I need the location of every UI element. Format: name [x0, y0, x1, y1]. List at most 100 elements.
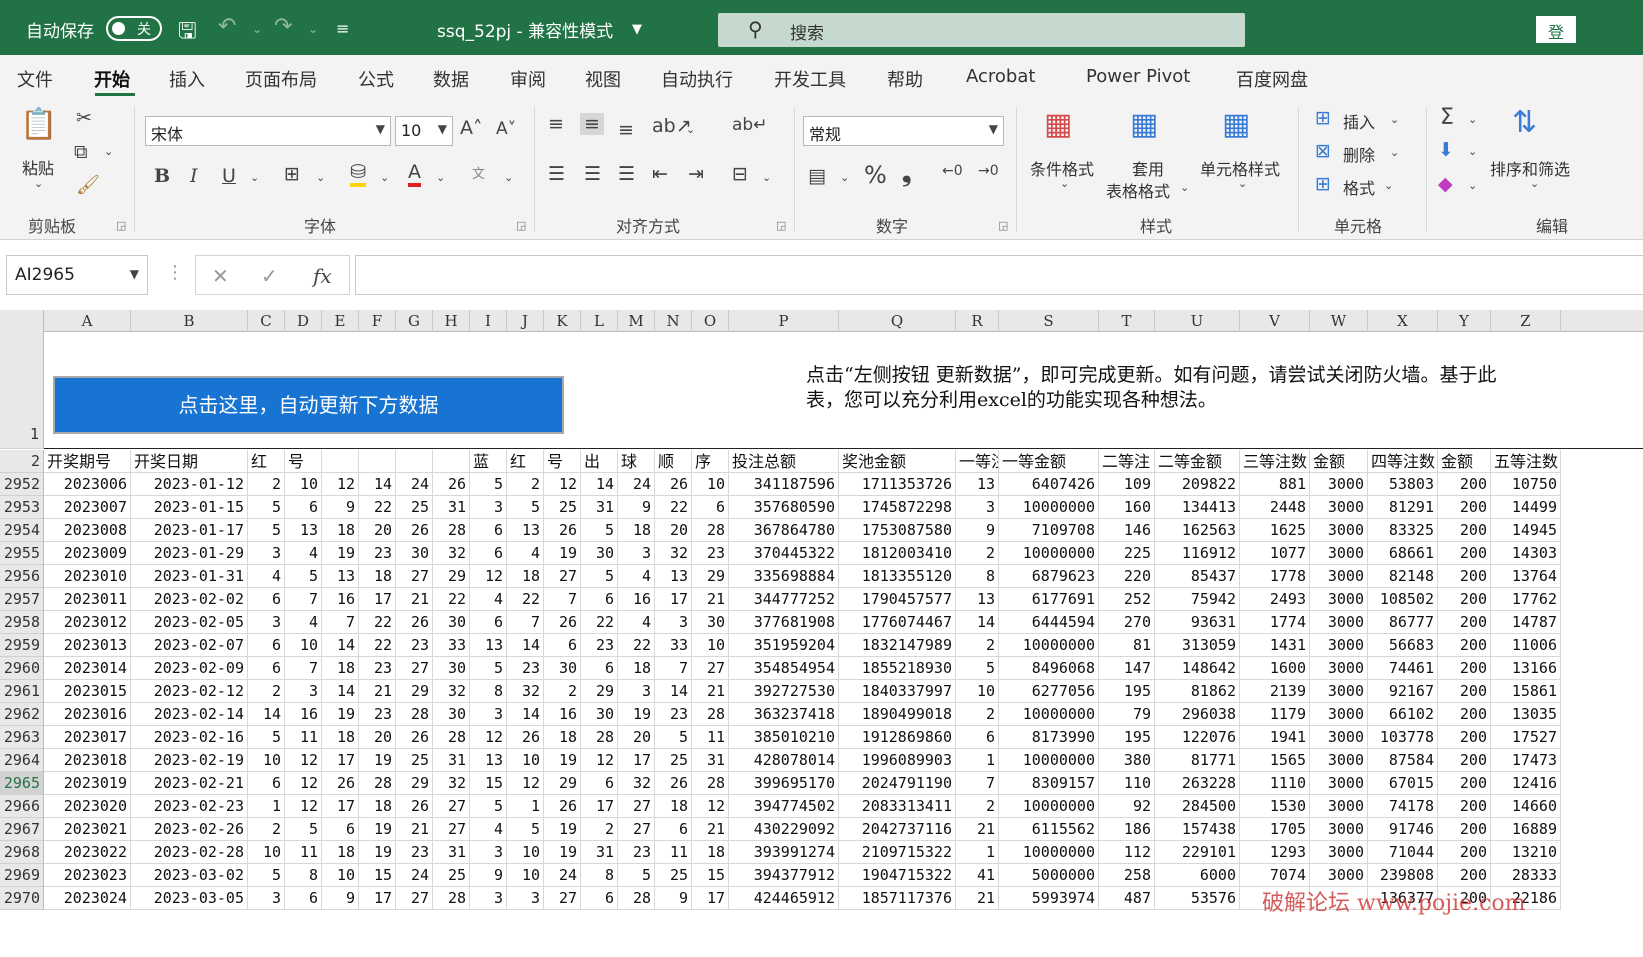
table-cell[interactable]: 92 — [1099, 795, 1155, 818]
table-cell[interactable]: 27 — [692, 657, 729, 680]
customize-qat-icon[interactable]: ≡ — [336, 19, 349, 38]
table-cell[interactable]: 12 — [470, 726, 507, 749]
table-cell[interactable]: 26 — [544, 519, 581, 542]
table-cell[interactable]: 8173990 — [999, 726, 1099, 749]
undo-dropdown-icon[interactable]: ⌄ — [252, 22, 262, 36]
table-cell[interactable]: 27 — [544, 887, 581, 910]
table-cell[interactable]: 5 — [248, 519, 285, 542]
table-cell[interactable]: 29 — [692, 565, 729, 588]
table-cell[interactable]: 8 — [956, 565, 999, 588]
table-cell[interactable]: 263228 — [1155, 772, 1240, 795]
table-cell[interactable]: 225 — [1099, 542, 1155, 565]
table-cell[interactable]: 6 — [248, 772, 285, 795]
header-cell[interactable]: 开奖期号 — [44, 450, 131, 473]
table-cell[interactable]: 2109715322 — [839, 841, 956, 864]
table-cell[interactable]: 200 — [1438, 841, 1491, 864]
table-cell[interactable]: 284500 — [1155, 795, 1240, 818]
increase-decimal-icon[interactable]: ←0 — [942, 163, 963, 179]
undo-icon[interactable]: ↶ — [218, 14, 236, 39]
table-cell[interactable]: 16 — [618, 588, 655, 611]
insert-dropdown-icon[interactable]: ⌄ — [1390, 113, 1399, 126]
table-cell[interactable]: 5 — [956, 657, 999, 680]
table-cell[interactable]: 11 — [692, 726, 729, 749]
table-cell[interactable]: 19 — [359, 818, 396, 841]
table-cell[interactable]: 20 — [655, 519, 692, 542]
table-cell[interactable]: 7 — [322, 611, 359, 634]
table-cell[interactable]: 2 — [248, 473, 285, 496]
table-cell[interactable]: 110 — [1099, 772, 1155, 795]
table-cell[interactable]: 5 — [470, 473, 507, 496]
table-cell[interactable]: 6 — [692, 496, 729, 519]
table-cell[interactable]: 81771 — [1155, 749, 1240, 772]
table-cell[interactable]: 2023024 — [44, 887, 131, 910]
table-cell[interactable]: 18 — [359, 565, 396, 588]
table-cell[interactable]: 186 — [1099, 818, 1155, 841]
table-cell[interactable]: 26 — [655, 473, 692, 496]
table-cell[interactable]: 19 — [544, 542, 581, 565]
table-cell[interactable]: 17473 — [1491, 749, 1561, 772]
table-cell[interactable]: 19 — [544, 841, 581, 864]
fill-dropdown-icon[interactable]: ⌄ — [1468, 145, 1477, 158]
table-cell[interactable]: 1904715322 — [839, 864, 956, 887]
table-cell[interactable]: 296038 — [1155, 703, 1240, 726]
table-cell[interactable]: 17 — [655, 588, 692, 611]
tab-power-pivot[interactable]: Power Pivot — [1086, 66, 1190, 87]
header-cell[interactable]: 号 — [544, 450, 581, 473]
tab-page-layout[interactable]: 页面布局 — [245, 66, 317, 92]
table-cell[interactable]: 27 — [396, 887, 433, 910]
table-cell[interactable]: 5000000 — [999, 864, 1099, 887]
table-cell[interactable]: 162563 — [1155, 519, 1240, 542]
table-cell[interactable]: 7 — [507, 611, 544, 634]
table-cell[interactable]: 4 — [285, 611, 322, 634]
table-cell[interactable]: 81862 — [1155, 680, 1240, 703]
table-cell[interactable]: 4 — [470, 818, 507, 841]
table-cell[interactable]: 5993974 — [999, 887, 1099, 910]
table-cell[interactable]: 13 — [655, 565, 692, 588]
table-cell[interactable]: 195 — [1099, 726, 1155, 749]
row-header[interactable]: 2960 — [0, 657, 44, 680]
document-title[interactable]: ssq_52pj - 兼容性模式 — [437, 17, 613, 42]
table-cell[interactable]: 2023-02-07 — [131, 634, 248, 657]
table-cell[interactable]: 18 — [322, 726, 359, 749]
table-cell[interactable]: 16 — [322, 588, 359, 611]
table-cell[interactable]: 1431 — [1240, 634, 1310, 657]
table-cell[interactable]: 2023-01-29 — [131, 542, 248, 565]
table-cell[interactable]: 25 — [396, 496, 433, 519]
table-cell[interactable]: 82148 — [1368, 565, 1438, 588]
column-header[interactable]: C — [248, 310, 285, 332]
table-cell[interactable]: 14303 — [1491, 542, 1561, 565]
tab-home[interactable]: 开始 — [94, 66, 130, 92]
row-header[interactable]: 2957 — [0, 588, 44, 611]
table-cell[interactable]: 74178 — [1368, 795, 1438, 818]
table-cell[interactable]: 357680590 — [729, 496, 839, 519]
bold-button[interactable]: B — [154, 165, 170, 187]
table-cell[interactable]: 1996089903 — [839, 749, 956, 772]
table-cell[interactable]: 5 — [581, 519, 618, 542]
table-cell[interactable]: 394377912 — [729, 864, 839, 887]
table-cell[interactable]: 12 — [285, 772, 322, 795]
table-cell[interactable]: 3 — [618, 680, 655, 703]
table-cell[interactable]: 200 — [1438, 542, 1491, 565]
table-cell[interactable]: 3000 — [1310, 519, 1368, 542]
table-cell[interactable]: 2023010 — [44, 565, 131, 588]
header-cell[interactable]: 蓝 — [470, 450, 507, 473]
column-header[interactable]: A — [44, 310, 131, 332]
table-cell[interactable]: 12 — [285, 795, 322, 818]
table-cell[interactable]: 14 — [322, 634, 359, 657]
column-header[interactable]: W — [1310, 310, 1368, 332]
table-cell[interactable]: 27 — [433, 818, 470, 841]
table-cell[interactable]: 200 — [1438, 749, 1491, 772]
table-cell[interactable]: 18 — [618, 519, 655, 542]
underline-dropdown-icon[interactable]: ⌄ — [250, 171, 259, 184]
table-cell[interactable]: 6115562 — [999, 818, 1099, 841]
table-cell[interactable]: 7109708 — [999, 519, 1099, 542]
table-cell[interactable]: 2023017 — [44, 726, 131, 749]
autosum-icon[interactable]: Σ — [1440, 105, 1454, 130]
table-cell[interactable]: 270 — [1099, 611, 1155, 634]
table-cell[interactable]: 17 — [322, 795, 359, 818]
table-cell[interactable]: 17 — [581, 795, 618, 818]
table-cell[interactable]: 6 — [581, 657, 618, 680]
table-cell[interactable]: 5 — [581, 565, 618, 588]
table-cell[interactable]: 81 — [1099, 634, 1155, 657]
paste-dropdown-icon[interactable]: ⌄ — [34, 177, 43, 190]
